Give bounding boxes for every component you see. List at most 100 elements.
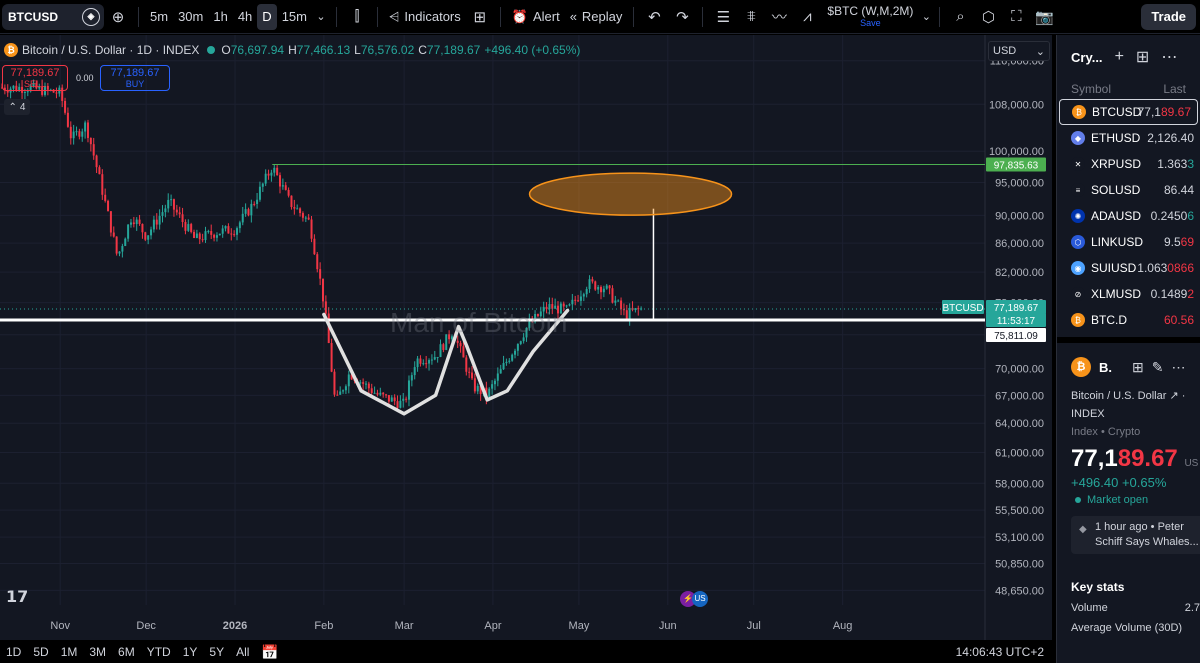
price-axis-label: 58,000.00: [995, 478, 1044, 490]
range-6m[interactable]: 6M: [112, 645, 141, 659]
grid-icon[interactable]: ⊞: [1136, 47, 1149, 67]
interval-1h[interactable]: 1h: [208, 4, 232, 30]
redo-icon[interactable]: ↷: [668, 4, 696, 30]
range-ytd[interactable]: YTD: [141, 645, 177, 659]
price-axis-label: 86,000.00: [995, 238, 1044, 250]
alert-button[interactable]: ⏰ Alert: [507, 4, 565, 30]
grid-icon[interactable]: ⊞: [1132, 359, 1144, 376]
symbol-search-button[interactable]: BTCUSD ◈: [2, 3, 104, 30]
watchlist-row-xrpusd[interactable]: ✕ XRPUSD 1.3633: [1057, 151, 1200, 177]
candle-body: [605, 285, 608, 289]
range-5y[interactable]: 5Y: [203, 645, 230, 659]
col-symbol[interactable]: Symbol: [1071, 82, 1111, 96]
range-1d[interactable]: 1D: [0, 645, 27, 659]
us-flag-icon: US: [692, 591, 708, 607]
watchlist-title[interactable]: Cry...: [1071, 50, 1103, 65]
candle-body: [362, 382, 365, 384]
edit-icon[interactable]: ✎: [1152, 359, 1164, 376]
details-name[interactable]: Bitcoin / U.S. Dollar ↗ ·: [1057, 387, 1200, 405]
candle-body: [582, 294, 585, 297]
watchlist-row-solusd[interactable]: ≡ SOLUSD 86.44: [1057, 177, 1200, 203]
candle-body: [462, 346, 465, 358]
watchlist-symbol: ADAUSD: [1091, 209, 1142, 223]
candle-body: [290, 195, 293, 208]
plus-icon[interactable]: +: [1115, 48, 1124, 66]
templates-grid-icon[interactable]: ⊞: [466, 4, 494, 30]
range-5d[interactable]: 5D: [27, 645, 54, 659]
candle-body: [273, 167, 276, 173]
chart-pane[interactable]: 116,000.00 108,000.00 100,000.00 95,000.00 9…: [0, 35, 1052, 640]
candle-body: [190, 224, 193, 232]
indicators-button[interactable]: ⩤ Indicators: [384, 4, 466, 30]
col-last[interactable]: Last: [1163, 82, 1186, 96]
watchlist-row-ethusd[interactable]: ◆ ETHUSD 2,126.40: [1057, 125, 1200, 151]
target-zone-ellipse[interactable]: [528, 172, 733, 216]
diamond-icon[interactable]: ◈: [82, 7, 100, 26]
sell-button[interactable]: 77,189.67 SELL: [2, 65, 68, 91]
utc-clock[interactable]: 14:06:43 UTC+2: [956, 645, 1044, 659]
replay-button[interactable]: «Replay: [565, 4, 628, 30]
interval-4h[interactable]: 4h: [233, 4, 257, 30]
indicators-icon: ⩤: [388, 8, 400, 24]
undo-icon[interactable]: ↶: [640, 4, 668, 30]
currency-select[interactable]: USD ⌄: [988, 41, 1050, 61]
compare-symbol-icon[interactable]: ⊕: [104, 4, 132, 30]
watchlist-row-btcusd[interactable]: ₿ BTCUSD 77,189.67: [1059, 99, 1198, 125]
watchlist-row-linkusd[interactable]: ⬡ LINKUSD 9.569: [1057, 229, 1200, 255]
market-open-dot: [1075, 497, 1081, 503]
stat-avg-volume: Average Volume (30D): [1071, 622, 1183, 634]
interval-5m[interactable]: 5m: [145, 4, 173, 30]
range-1y[interactable]: 1Y: [177, 645, 204, 659]
fullscreen-icon[interactable]: ⛶: [1002, 4, 1030, 30]
watchlist-row-adausd[interactable]: ✺ ADAUSD 0.24506: [1057, 203, 1200, 229]
candle-body: [92, 144, 95, 156]
camera-icon[interactable]: 📷: [1030, 4, 1058, 30]
more-icon[interactable]: ⋯: [1161, 47, 1177, 67]
candle-body: [387, 395, 390, 402]
price-axis-label: 67,000.00: [995, 390, 1044, 402]
chevron-down-icon[interactable]: ⌄: [312, 4, 330, 30]
indicators-collapse-button[interactable]: ⌃ 4: [4, 99, 30, 115]
abc-pattern-icon[interactable]: ⩘: [793, 4, 821, 30]
time-axis-label: Dec: [136, 620, 156, 632]
range-3m[interactable]: 3M: [83, 645, 112, 659]
divider: [1057, 337, 1200, 343]
watchlist-row-xlmusd[interactable]: ⊘ XLMUSD 0.14892: [1057, 281, 1200, 307]
quick-search-icon[interactable]: ⌕: [946, 4, 974, 30]
top-toolbar: BTCUSD ◈ ⊕ 5m 30m 1h 4h D 15m ⌄ ⫿ ⩤ Indic…: [0, 0, 1200, 34]
candle-body: [393, 397, 396, 402]
range-1m[interactable]: 1M: [55, 645, 84, 659]
watchlist-row-btcd[interactable]: ₿ BTC.D 60.56: [1057, 307, 1200, 333]
external-link-icon[interactable]: ↗: [1169, 390, 1178, 402]
more-icon[interactable]: ⋯: [1171, 359, 1185, 376]
candle-body: [293, 207, 296, 209]
settings-hexagon-icon[interactable]: ⬡: [974, 4, 1002, 30]
chevron-down-icon[interactable]: ⌄: [919, 4, 933, 30]
interval-30m[interactable]: 30m: [173, 4, 208, 30]
rewind-icon: «: [569, 9, 577, 24]
wave-pattern-icon[interactable]: 〰: [765, 4, 793, 30]
watchlist-last: 60.56: [1163, 313, 1194, 327]
watchlist-row-suiusd[interactable]: ◉ SUIUSD 1.0630866: [1057, 255, 1200, 281]
interval-15m[interactable]: 15m: [277, 4, 312, 30]
trend-lines-icon[interactable]: ⩨: [737, 4, 765, 30]
trade-button[interactable]: Trade: [1141, 3, 1196, 30]
watchlist-last: 9.569: [1163, 235, 1194, 249]
goto-date-icon[interactable]: 📅: [255, 644, 284, 661]
candle-body: [89, 137, 92, 145]
news-item[interactable]: ◆ 1 hour ago • Peter Schiff Says Whales.…: [1071, 516, 1200, 554]
economic-events-marker[interactable]: ⚡ US: [680, 591, 708, 607]
legend-high: 77,466.13: [296, 43, 351, 57]
layout-name[interactable]: $BTC (W,M,2M) Save: [827, 5, 913, 29]
interval-d[interactable]: D: [257, 3, 277, 30]
range-all[interactable]: All: [230, 645, 255, 659]
candle-body: [333, 371, 336, 395]
buy-button[interactable]: 77,189.67 BUY: [100, 65, 170, 91]
coin-icon: ◆: [1071, 131, 1085, 145]
coin-icon: ✕: [1071, 157, 1085, 171]
candle-body: [330, 343, 333, 372]
drawing-lines-icon[interactable]: ☰: [709, 4, 737, 30]
candles-type-icon[interactable]: ⫿: [343, 4, 371, 30]
bottom-toolbar: 1D 5D 1M 3M 6M YTD 1Y 5Y All 📅 14:06:43 …: [0, 641, 1052, 663]
candle-body: [55, 92, 58, 94]
